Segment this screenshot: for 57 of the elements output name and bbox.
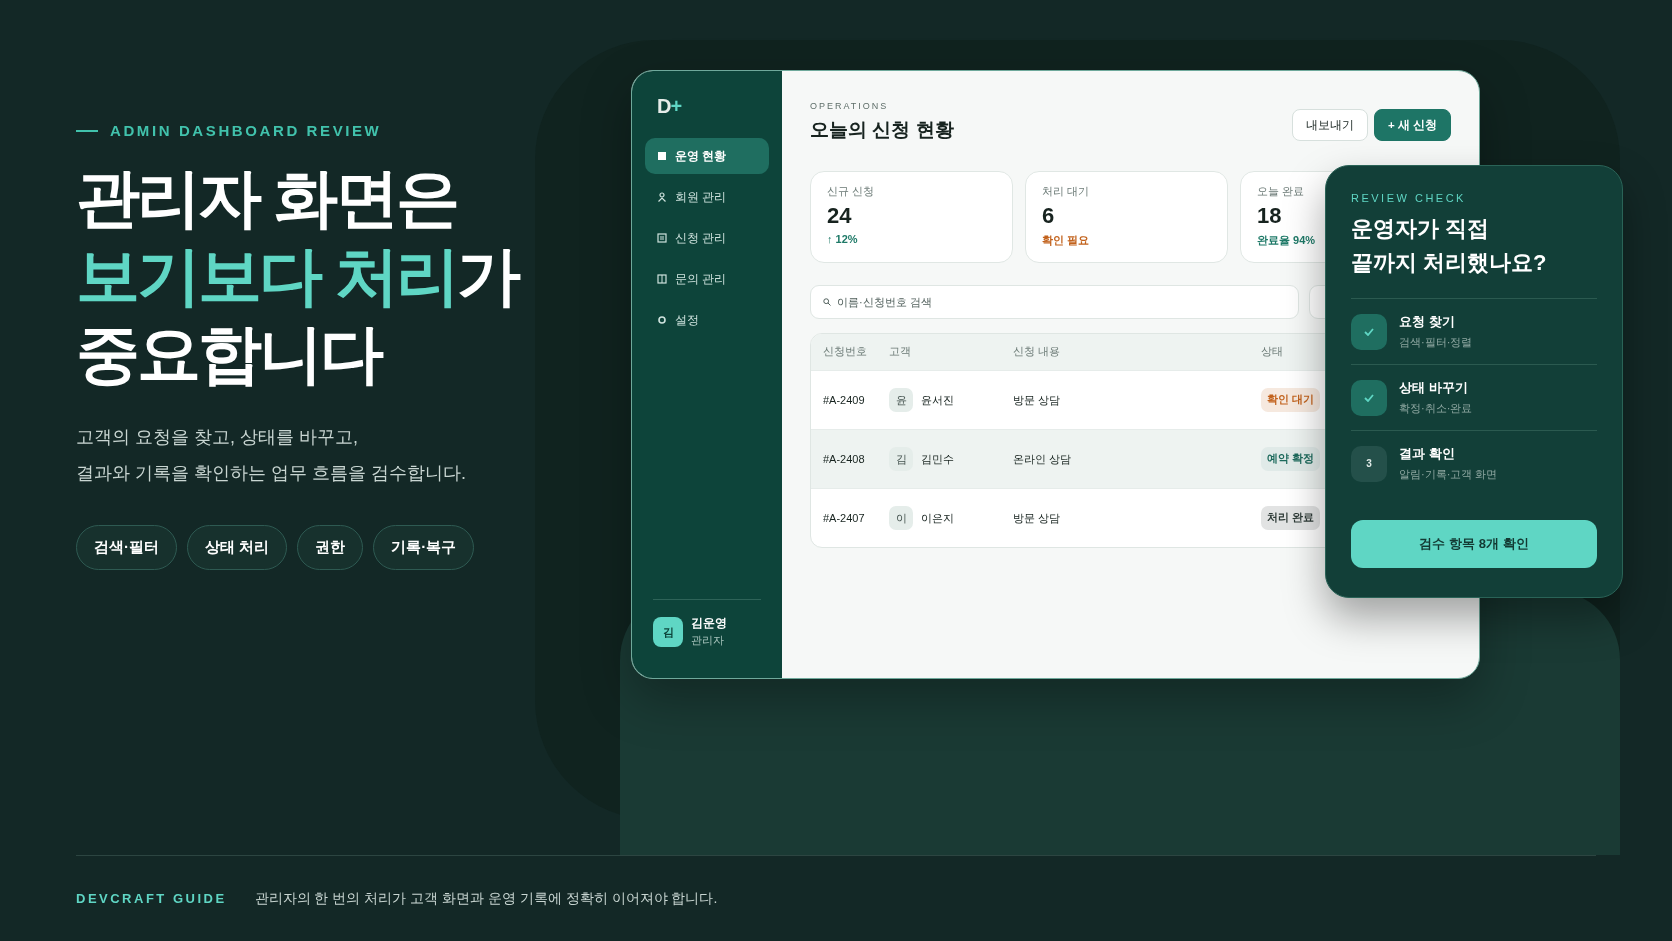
stat-note: ↑ 12% — [827, 233, 858, 245]
customer-avatar: 윤 — [889, 388, 913, 412]
sidebar-item[interactable]: 설정 — [645, 302, 769, 338]
topic-chip[interactable]: 권한 — [297, 525, 364, 570]
topic-chip[interactable]: 검색·필터 — [76, 525, 177, 570]
sidebar-item[interactable]: 신청 관리 — [645, 220, 769, 256]
sidebar-item[interactable]: 운영 현황 — [645, 138, 769, 174]
request-id: #A-2408 — [823, 453, 865, 465]
hero-description: 고객의 요청을 찾고, 상태를 바꾸고, 결과와 기록을 확인하는 업무 흐름을 검수합니다. — [76, 426, 467, 485]
logo: D+ — [657, 95, 683, 118]
headline: 관리자 화면은 보기보다 처리가 중요합니다 — [76, 161, 520, 392]
stat-label: 오늘 완료 — [1257, 184, 1305, 199]
customer-avatar: 김 — [889, 447, 913, 471]
stat-value: 24 — [827, 203, 852, 229]
status-badge: 처리 완료 — [1261, 506, 1320, 530]
footer-brand: DEVCRAFT GUIDE — [76, 891, 227, 906]
page-title: 오늘의 신청 현황 — [810, 118, 954, 142]
stat-note: 완료율 94% — [1257, 233, 1316, 248]
topic-chip[interactable]: 상태 처리 — [187, 525, 288, 570]
sidebar-item[interactable]: 회원 관리 — [645, 179, 769, 215]
request-type: 방문 상담 — [1013, 393, 1061, 406]
section-eyebrow: OPERATIONS — [810, 101, 890, 111]
user-avatar: 김 — [653, 617, 683, 647]
request-id: #A-2409 — [823, 394, 865, 406]
new-request-button[interactable]: + 새 신청 — [1373, 109, 1451, 141]
step-number: 3 — [1351, 445, 1387, 482]
customer-name: 윤서진 — [921, 392, 954, 408]
sidebar-item[interactable]: 문의 관리 — [645, 261, 769, 297]
status-badge: 확인 대기 — [1261, 388, 1320, 412]
customer-name: 이은지 — [921, 510, 954, 526]
stat-label: 처리 대기 — [1042, 184, 1090, 199]
stat-label: 신규 신청 — [827, 184, 875, 199]
column-header: 신청번호 — [823, 345, 868, 359]
footer-text: 관리자의 한 번의 처리가 고객 화면과 운영 기록에 정확히 이어져야 합니다. — [254, 889, 718, 908]
stat-value: 6 — [1042, 203, 1055, 229]
topic-chip[interactable]: 기록·복구 — [373, 525, 475, 570]
stat-value: 18 — [1257, 203, 1282, 229]
request-type: 온라인 상담 — [1013, 452, 1072, 465]
status-badge: 예약 확정 — [1261, 447, 1320, 471]
column-header: 상태 — [1261, 345, 1284, 359]
step-detail: 검색·필터·정렬 — [1399, 335, 1473, 350]
user-role: 관리자 — [691, 633, 725, 648]
export-button[interactable]: 내보내기 — [1291, 109, 1368, 141]
request-type: 방문 상담 — [1013, 511, 1061, 524]
review-title: 운영자가 직접 끝까지 처리했나요? — [1351, 212, 1597, 299]
step-label: 요청 찾기 — [1399, 313, 1456, 331]
customer-name: 김민수 — [921, 451, 954, 467]
review-eyebrow: REVIEW CHECK — [1351, 192, 1467, 204]
review-button[interactable]: 검수 항목 8개 확인 — [1351, 520, 1597, 568]
column-header: 신청 내용 — [1013, 345, 1061, 359]
search-field[interactable]: 이름·신청번호 검색 — [810, 285, 1299, 319]
eyebrow-text: ADMIN DASHBOARD REVIEW — [110, 122, 382, 139]
user-name: 김운영 — [691, 616, 727, 631]
customer-avatar: 이 — [889, 506, 913, 530]
request-id: #A-2407 — [823, 512, 865, 524]
stat-note: 확인 필요 — [1042, 233, 1090, 248]
column-header: 고객 — [889, 345, 912, 359]
